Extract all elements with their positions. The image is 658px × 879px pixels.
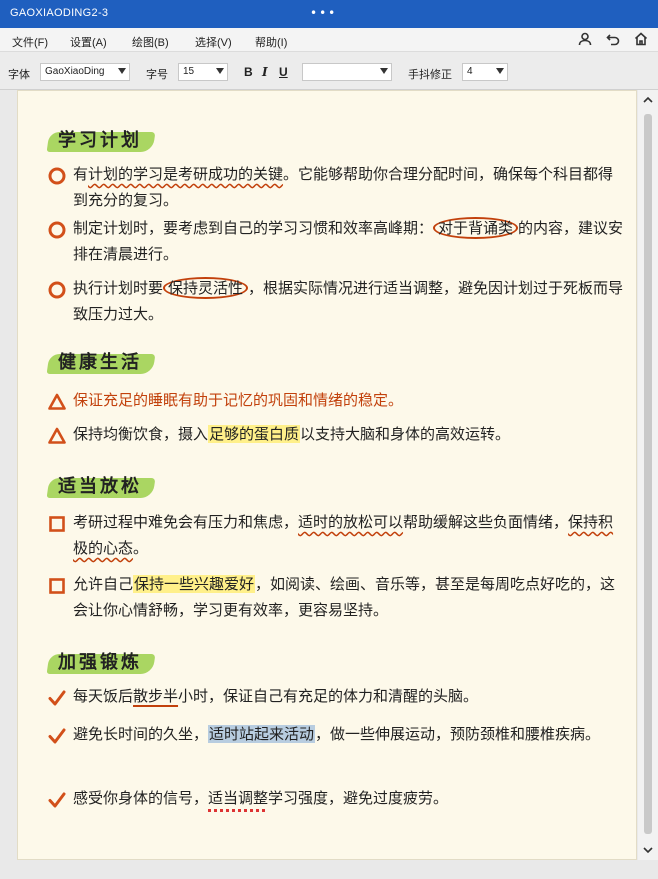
check-bullet-icon xyxy=(48,690,66,706)
list-item: 考研过程中难免会有压力和焦虑，适时的放松可以帮助缓解这些负面情绪，保持积极的心态… xyxy=(48,509,633,561)
check-bullet-icon xyxy=(48,792,66,808)
chevron-down-icon[interactable] xyxy=(642,844,654,856)
dotted-emphasis-phrase: 适当调整 xyxy=(208,789,269,807)
menu-draw[interactable]: 绘图(B) xyxy=(132,34,169,50)
size-select-value: 15 xyxy=(183,66,195,77)
size-label: 字号 xyxy=(146,69,168,81)
section-title-study-plan: 学习计划 xyxy=(46,127,156,155)
section-title-healthy-living: 健康生活 xyxy=(46,349,156,377)
check-bullet-icon xyxy=(48,728,66,744)
color-select[interactable] xyxy=(302,63,392,81)
chevron-down-icon xyxy=(380,68,388,74)
list-item: 感受你身体的信号，适当调整学习强度，避免过度疲劳。 xyxy=(48,785,633,811)
font-label: 字体 xyxy=(8,69,30,81)
list-item: 制定计划时，要考虑到自己的学习习惯和效率高峰期： 对于背诵类 的内容，建议安排在清晨… xyxy=(48,215,633,267)
size-select[interactable]: 15 xyxy=(178,63,228,81)
list-item: 允许自己保持一些兴趣爱好，如阅读、绘画、音乐等，甚至是每周吃点好吃的，这会让你心… xyxy=(48,571,633,623)
highlighted-phrase: 保持一些兴趣爱好 xyxy=(133,575,256,593)
list-item: 执行计划时要 保持灵活性 ，根据实际情况进行适当调整，避免因计划过于死板而导致压力过… xyxy=(48,275,633,327)
correction-label: 手抖修正 xyxy=(408,69,452,81)
chevron-down-icon xyxy=(216,68,224,74)
list-item: 有计划的学习是考研成功的关键。它能够帮助你合理分配时间，确保每个科目都得到充分的… xyxy=(48,161,633,213)
circle-bullet-icon xyxy=(48,281,66,299)
underlined-phrase: 散步半 xyxy=(133,687,179,705)
highlighted-phrase: 适时站起来活动 xyxy=(208,725,316,743)
user-icon[interactable] xyxy=(578,32,592,46)
undo-icon[interactable] xyxy=(606,32,620,46)
list-item: 避免长时间的久坐，适时站起来活动，做一些伸展运动，预防颈椎和腰椎疾病。 xyxy=(48,721,633,747)
menu-help[interactable]: 帮助(I) xyxy=(255,34,287,50)
window-menu-dots[interactable]: ••• xyxy=(310,6,337,20)
section-title-relax: 适当放松 xyxy=(46,473,156,501)
scrollbar-thumb[interactable] xyxy=(644,114,652,834)
correction-select[interactable]: 4 xyxy=(462,63,508,81)
underline-button[interactable]: U xyxy=(279,65,288,79)
vertical-scrollbar[interactable] xyxy=(638,90,658,860)
circled-phrase: 保持灵活性 xyxy=(163,277,249,299)
menu-settings[interactable]: 设置(A) xyxy=(70,34,107,50)
triangle-bullet-icon xyxy=(48,427,66,444)
menu-file[interactable]: 文件(F) xyxy=(12,34,48,50)
triangle-bullet-icon xyxy=(48,393,66,410)
font-select-value: GaoXiaoDing xyxy=(45,66,105,77)
list-item: 保持均衡饮食，摄入足够的蛋白质以支持大脑和身体的高效运转。 xyxy=(48,421,633,447)
chevron-down-icon xyxy=(496,68,504,74)
bold-button[interactable]: B xyxy=(244,65,253,79)
home-icon[interactable] xyxy=(634,32,648,46)
window-title: GAOXIAODING2-3 xyxy=(10,7,109,19)
section-title-exercise: 加强锻炼 xyxy=(46,649,156,677)
format-toolbar: 字体 GaoXiaoDing 字号 15 B I U 手抖修正 4 xyxy=(0,52,658,90)
document-page[interactable]: 学习计划 有计划的学习是考研成功的关键。它能够帮助你合理分配时间，确保每个科目都… xyxy=(17,90,637,860)
circle-bullet-icon xyxy=(48,221,66,239)
highlighted-phrase: 足够的蛋白质 xyxy=(208,425,301,443)
circled-phrase: 对于背诵类 xyxy=(433,217,519,239)
circle-bullet-icon xyxy=(48,167,66,185)
font-select[interactable]: GaoXiaoDing xyxy=(40,63,130,81)
title-bar: GAOXIAODING2-3 ••• xyxy=(0,0,658,28)
menu-bar: 文件(F) 设置(A) 绘图(B) 选择(V) 帮助(I) xyxy=(0,28,658,52)
list-item: 保证充足的睡眠有助于记忆的巩固和情绪的稳定。 xyxy=(48,387,633,413)
correction-select-value: 4 xyxy=(467,66,473,77)
square-bullet-icon xyxy=(49,516,65,532)
chevron-up-icon[interactable] xyxy=(642,94,654,106)
underlined-phrase: 适时的放松可以 xyxy=(298,513,404,531)
square-bullet-icon xyxy=(49,578,65,594)
chevron-down-icon xyxy=(118,68,126,74)
underlined-phrase: 计划的学习是考研成功的关键 xyxy=(88,165,284,183)
menu-select[interactable]: 选择(V) xyxy=(195,34,232,50)
italic-button[interactable]: I xyxy=(262,65,268,79)
list-item: 每天饭后散步半小时，保证自己有充足的体力和清醒的头脑。 xyxy=(48,683,633,709)
